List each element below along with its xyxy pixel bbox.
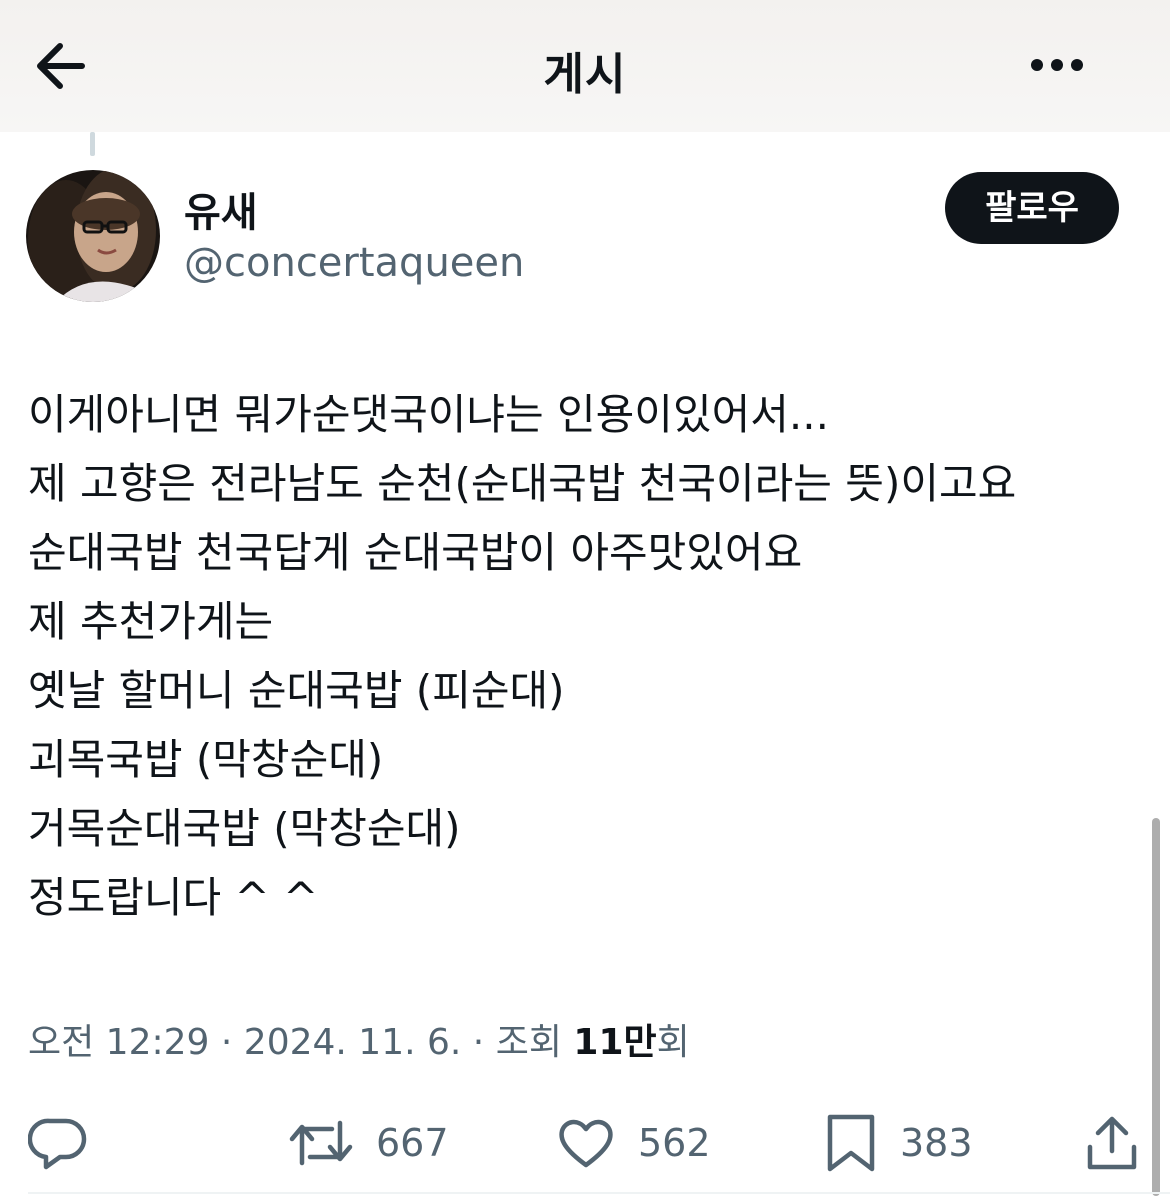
- follow-button[interactable]: 팔로우: [945, 172, 1119, 244]
- retweet-icon: [289, 1120, 353, 1166]
- tweet-line: 제 고향은 전라남도 순천(순대국밥 천국이라는 뜻)이고요: [28, 459, 1017, 508]
- heart-icon: [559, 1119, 613, 1168]
- tweet-line: 옛날 할머니 순대국밥 (피순대): [28, 666, 565, 715]
- share-button[interactable]: [1084, 1100, 1140, 1186]
- author-display-name[interactable]: 유새: [184, 180, 258, 238]
- retweet-button[interactable]: 667: [288, 1100, 449, 1186]
- tweet-line: 괴목국밥 (막창순대): [28, 735, 384, 784]
- scrollbar[interactable]: [1152, 818, 1160, 1196]
- like-count: 562: [638, 1121, 711, 1165]
- retweet-count: 667: [376, 1121, 449, 1165]
- more-options-button[interactable]: [1022, 50, 1092, 80]
- tweet-line: 정도랍니다 ^ ^: [28, 873, 319, 922]
- action-bar: 667 562 383: [0, 1100, 1170, 1186]
- views-suffix: 회: [656, 1022, 690, 1063]
- divider: [28, 1192, 1170, 1194]
- author-handle[interactable]: @concertaqueen: [184, 240, 524, 286]
- views-label: 조회: [495, 1022, 562, 1063]
- bookmark-button[interactable]: 383: [824, 1100, 973, 1186]
- share-icon: [1087, 1116, 1137, 1170]
- page-title: 게시: [543, 49, 627, 100]
- bookmark-count: 383: [900, 1121, 973, 1165]
- ellipsis-icon: [1031, 59, 1083, 71]
- tweet-line: 순대국밥 천국답게 순대국밥이 아주맛있어요: [28, 528, 803, 577]
- tweet-time[interactable]: 오전 12:29: [28, 1022, 209, 1063]
- tweet-text: 이게아니면 뭐가순댓국이냐는 인용이있어서... 제 고향은 전라남도 순천(순…: [28, 380, 1148, 932]
- thread-connector-line: [90, 132, 95, 156]
- tweet-line: 제 추천가게는: [28, 597, 274, 646]
- avatar[interactable]: [26, 170, 160, 302]
- meta-separator: ·: [472, 1022, 485, 1063]
- tweet-meta: 오전 12:29 · 2024. 11. 6. · 조회 11만회: [28, 1013, 690, 1065]
- reply-button[interactable]: [28, 1100, 88, 1186]
- meta-separator: ·: [220, 1022, 233, 1063]
- tweet-line: 이게아니면 뭐가순댓국이냐는 인용이있어서...: [28, 390, 829, 439]
- like-button[interactable]: 562: [556, 1100, 711, 1186]
- reply-icon: [28, 1118, 87, 1170]
- views-count: 11만: [573, 1022, 657, 1063]
- tweet-line: 거목순대국밥 (막창순대): [28, 804, 461, 853]
- tweet-date[interactable]: 2024. 11. 6.: [244, 1022, 462, 1063]
- top-bar: 게시: [0, 0, 1170, 132]
- bookmark-icon: [827, 1114, 875, 1172]
